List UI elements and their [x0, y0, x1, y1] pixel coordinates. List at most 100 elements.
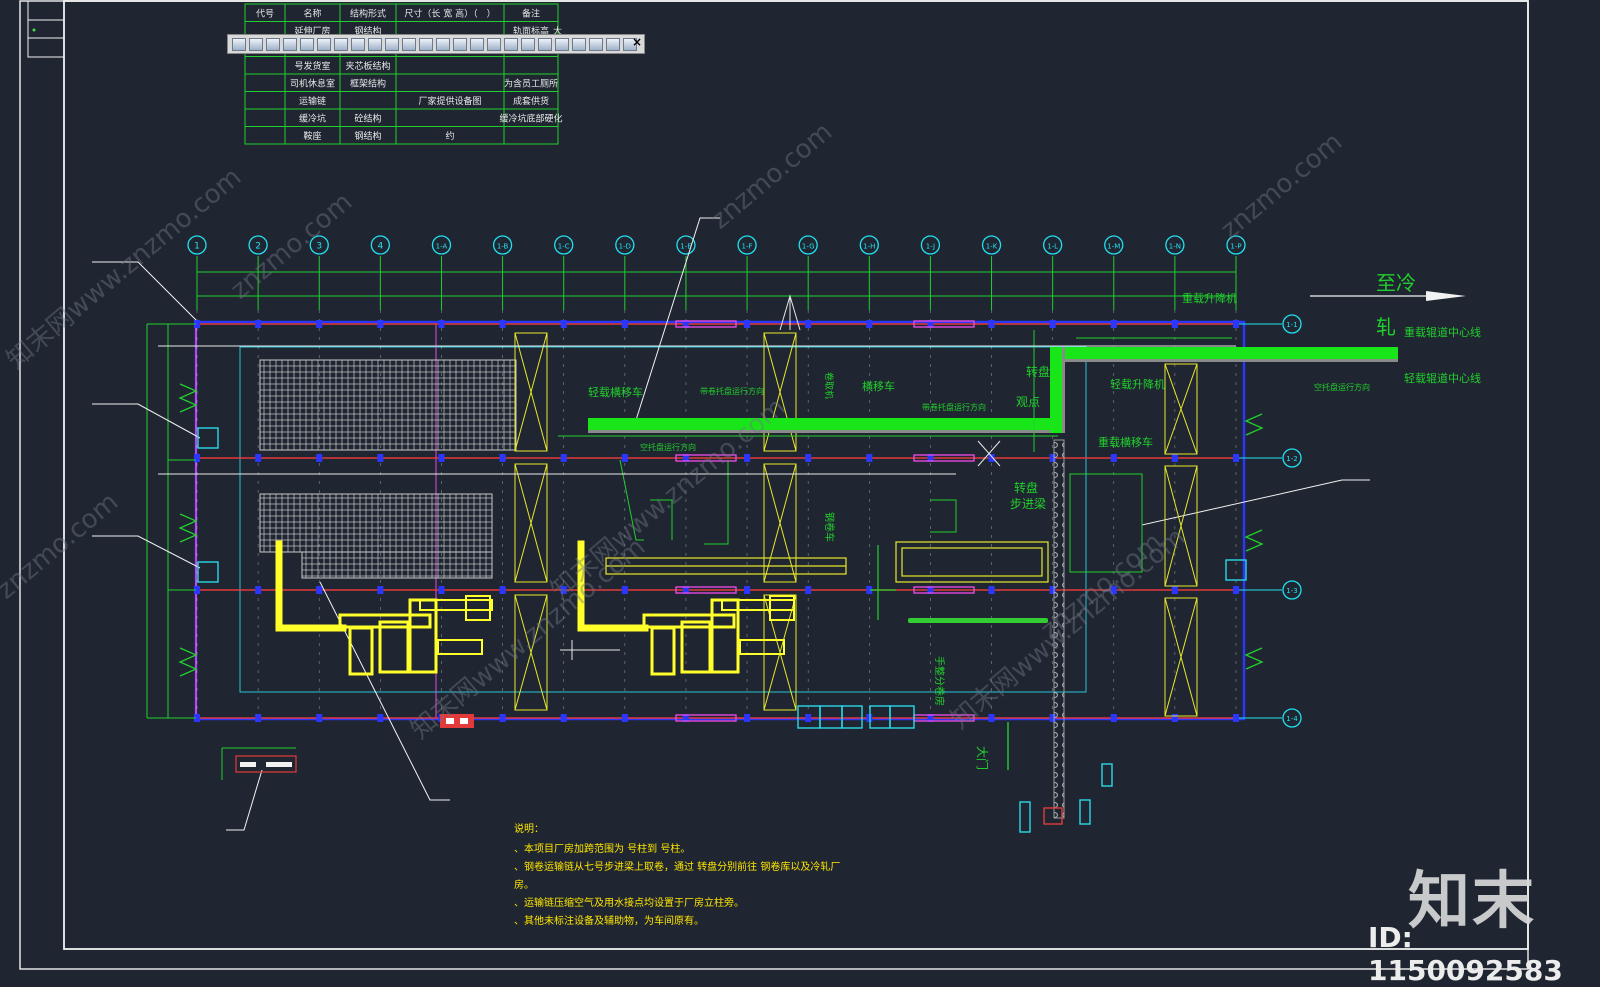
- stepper-label: 步进梁: [1010, 496, 1046, 511]
- roller-label: 卷取机: [823, 372, 835, 399]
- toolbar-button[interactable]: [351, 37, 365, 51]
- row-axis-label: 1-2: [1286, 455, 1297, 463]
- rolling-label: 轧: [1376, 315, 1396, 339]
- column-marker: [805, 454, 812, 462]
- toolbar-button[interactable]: [470, 37, 484, 51]
- toolbar-button[interactable]: [249, 37, 263, 51]
- column-marker: [988, 586, 995, 594]
- column-marker: [988, 320, 995, 328]
- column-marker: [744, 454, 751, 462]
- column-marker: [744, 586, 751, 594]
- table-cell: 砼结构: [354, 113, 381, 125]
- table-cell: 号发货室: [294, 60, 330, 72]
- empty-tray-direction-label: 空托盘运行方向: [640, 442, 696, 452]
- toolbar-button[interactable]: [572, 37, 586, 51]
- toolbar-button[interactable]: [419, 37, 433, 51]
- note-line: 、其他未标注设备及辅助物，为车间原有。: [514, 914, 704, 927]
- table-cell: 约: [445, 130, 454, 142]
- coil-tray-direction-label: 带卷托盘运行方向: [922, 402, 986, 412]
- column-marker: [1233, 454, 1239, 462]
- toolbar-button[interactable]: [555, 37, 569, 51]
- zero-point-label: 观点: [1016, 395, 1040, 409]
- table-cell: 钢结构: [354, 130, 381, 142]
- row-axis-label: 1-1: [1286, 321, 1297, 329]
- toolbar-button[interactable]: [521, 37, 535, 51]
- heavy-track-label: 重载辊道中心线: [1404, 325, 1481, 339]
- toolbar-button[interactable]: [402, 37, 416, 51]
- table-cell: 缓冷坑: [299, 113, 326, 125]
- axis-label: 4: [377, 242, 383, 252]
- axis-label: 1: [194, 242, 200, 252]
- column-marker: [866, 714, 873, 722]
- axis-label: 1-B: [497, 243, 509, 251]
- note-line: 房。: [514, 878, 534, 891]
- notes-block: 说明： 、本项目厂房加跨范围为 号柱到 号柱。 、钢卷运输链从七号步进梁上取卷，…: [514, 822, 840, 927]
- axis-label: 1-C: [558, 243, 570, 251]
- column-marker: [377, 320, 384, 328]
- table-cell: 成套供货: [513, 95, 549, 107]
- watermark-id: ID: 1150092583: [1368, 921, 1563, 987]
- table-cell: 结构形式: [350, 8, 386, 20]
- column-marker: [866, 320, 873, 328]
- table-cell: 框架结构: [350, 78, 386, 90]
- svg-text:知末网www.znzmo.com: 知末网www.znzmo.com: [945, 522, 1191, 735]
- toolbar-button[interactable]: [317, 37, 331, 51]
- toolbar-button[interactable]: [589, 37, 603, 51]
- coil-storage-upper: [259, 359, 517, 451]
- to-cold-rolling-label: 至冷: [1376, 271, 1416, 295]
- axis-label: 1-F: [742, 243, 753, 251]
- toolbar-button[interactable]: [538, 37, 552, 51]
- column-marker: [1110, 714, 1117, 722]
- column-marker: [438, 586, 445, 594]
- toolbar-button[interactable]: [606, 37, 620, 51]
- light-track-label: 轻载辊道中心线: [1404, 371, 1481, 385]
- toolbar-button[interactable]: [453, 37, 467, 51]
- axis-label: 1-K: [986, 243, 998, 251]
- column-marker: [255, 586, 262, 594]
- roller-table: [605, 541, 1049, 620]
- column-marker: [560, 320, 567, 328]
- column-marker: [988, 714, 995, 722]
- column-marker: [499, 714, 506, 722]
- note-line: 、钢卷运输链从七号步进梁上取卷，通过 转盘分别前往 钢卷库以及冷轧厂: [514, 860, 840, 873]
- column-marker: [621, 320, 628, 328]
- column-marker: [438, 320, 445, 328]
- toolbar-button[interactable]: [504, 37, 518, 51]
- axis-label: 1-D: [619, 243, 631, 251]
- heavy-track: [1058, 347, 1398, 359]
- toolbar-button[interactable]: [300, 37, 314, 51]
- gate-label: 大门: [975, 746, 990, 770]
- light-lift-label: 轻载升降机: [1110, 377, 1165, 391]
- coil-tray-direction-label: 带卷托盘运行方向: [700, 386, 764, 396]
- empty-tray-direction-label: 空托盘运行方向: [1314, 382, 1370, 392]
- column-marker: [377, 714, 384, 722]
- toolbar-button[interactable]: [368, 37, 382, 51]
- note-line: 、本项目厂房加跨范围为 号柱到 号柱。: [514, 842, 690, 855]
- close-icon[interactable]: ×: [632, 35, 642, 49]
- row-axis-label: 1-4: [1286, 715, 1298, 723]
- toolbar-button[interactable]: [283, 37, 297, 51]
- column-marker: [1233, 714, 1239, 722]
- coil-storage-lower-2: [301, 551, 493, 579]
- toolbar-button[interactable]: [436, 37, 450, 51]
- toolbar-button[interactable]: [266, 37, 280, 51]
- column-marker: [194, 454, 200, 462]
- column-marker: [744, 714, 751, 722]
- vertical-track: [1050, 347, 1062, 433]
- toolbar-button[interactable]: [334, 37, 348, 51]
- table-cell: 夹芯板结构: [345, 60, 390, 72]
- axis-label: 2: [255, 242, 261, 252]
- toolbar-button[interactable]: [487, 37, 501, 51]
- toolbar-button[interactable]: [385, 37, 399, 51]
- row-axis-label: 1-3: [1286, 587, 1297, 595]
- column-marker: [621, 714, 628, 722]
- turntable-label: 转盘: [1014, 480, 1038, 495]
- column-marker: [621, 454, 628, 462]
- column-marker: [1049, 320, 1056, 328]
- cad-toolbar[interactable]: ×: [227, 34, 645, 54]
- toolbar-button[interactable]: [232, 37, 246, 51]
- svg-text:znzmo.com: znzmo.com: [705, 117, 838, 235]
- column-marker: [316, 586, 323, 594]
- axis-label: 1-N: [1169, 243, 1181, 251]
- column-marker: [1233, 586, 1239, 594]
